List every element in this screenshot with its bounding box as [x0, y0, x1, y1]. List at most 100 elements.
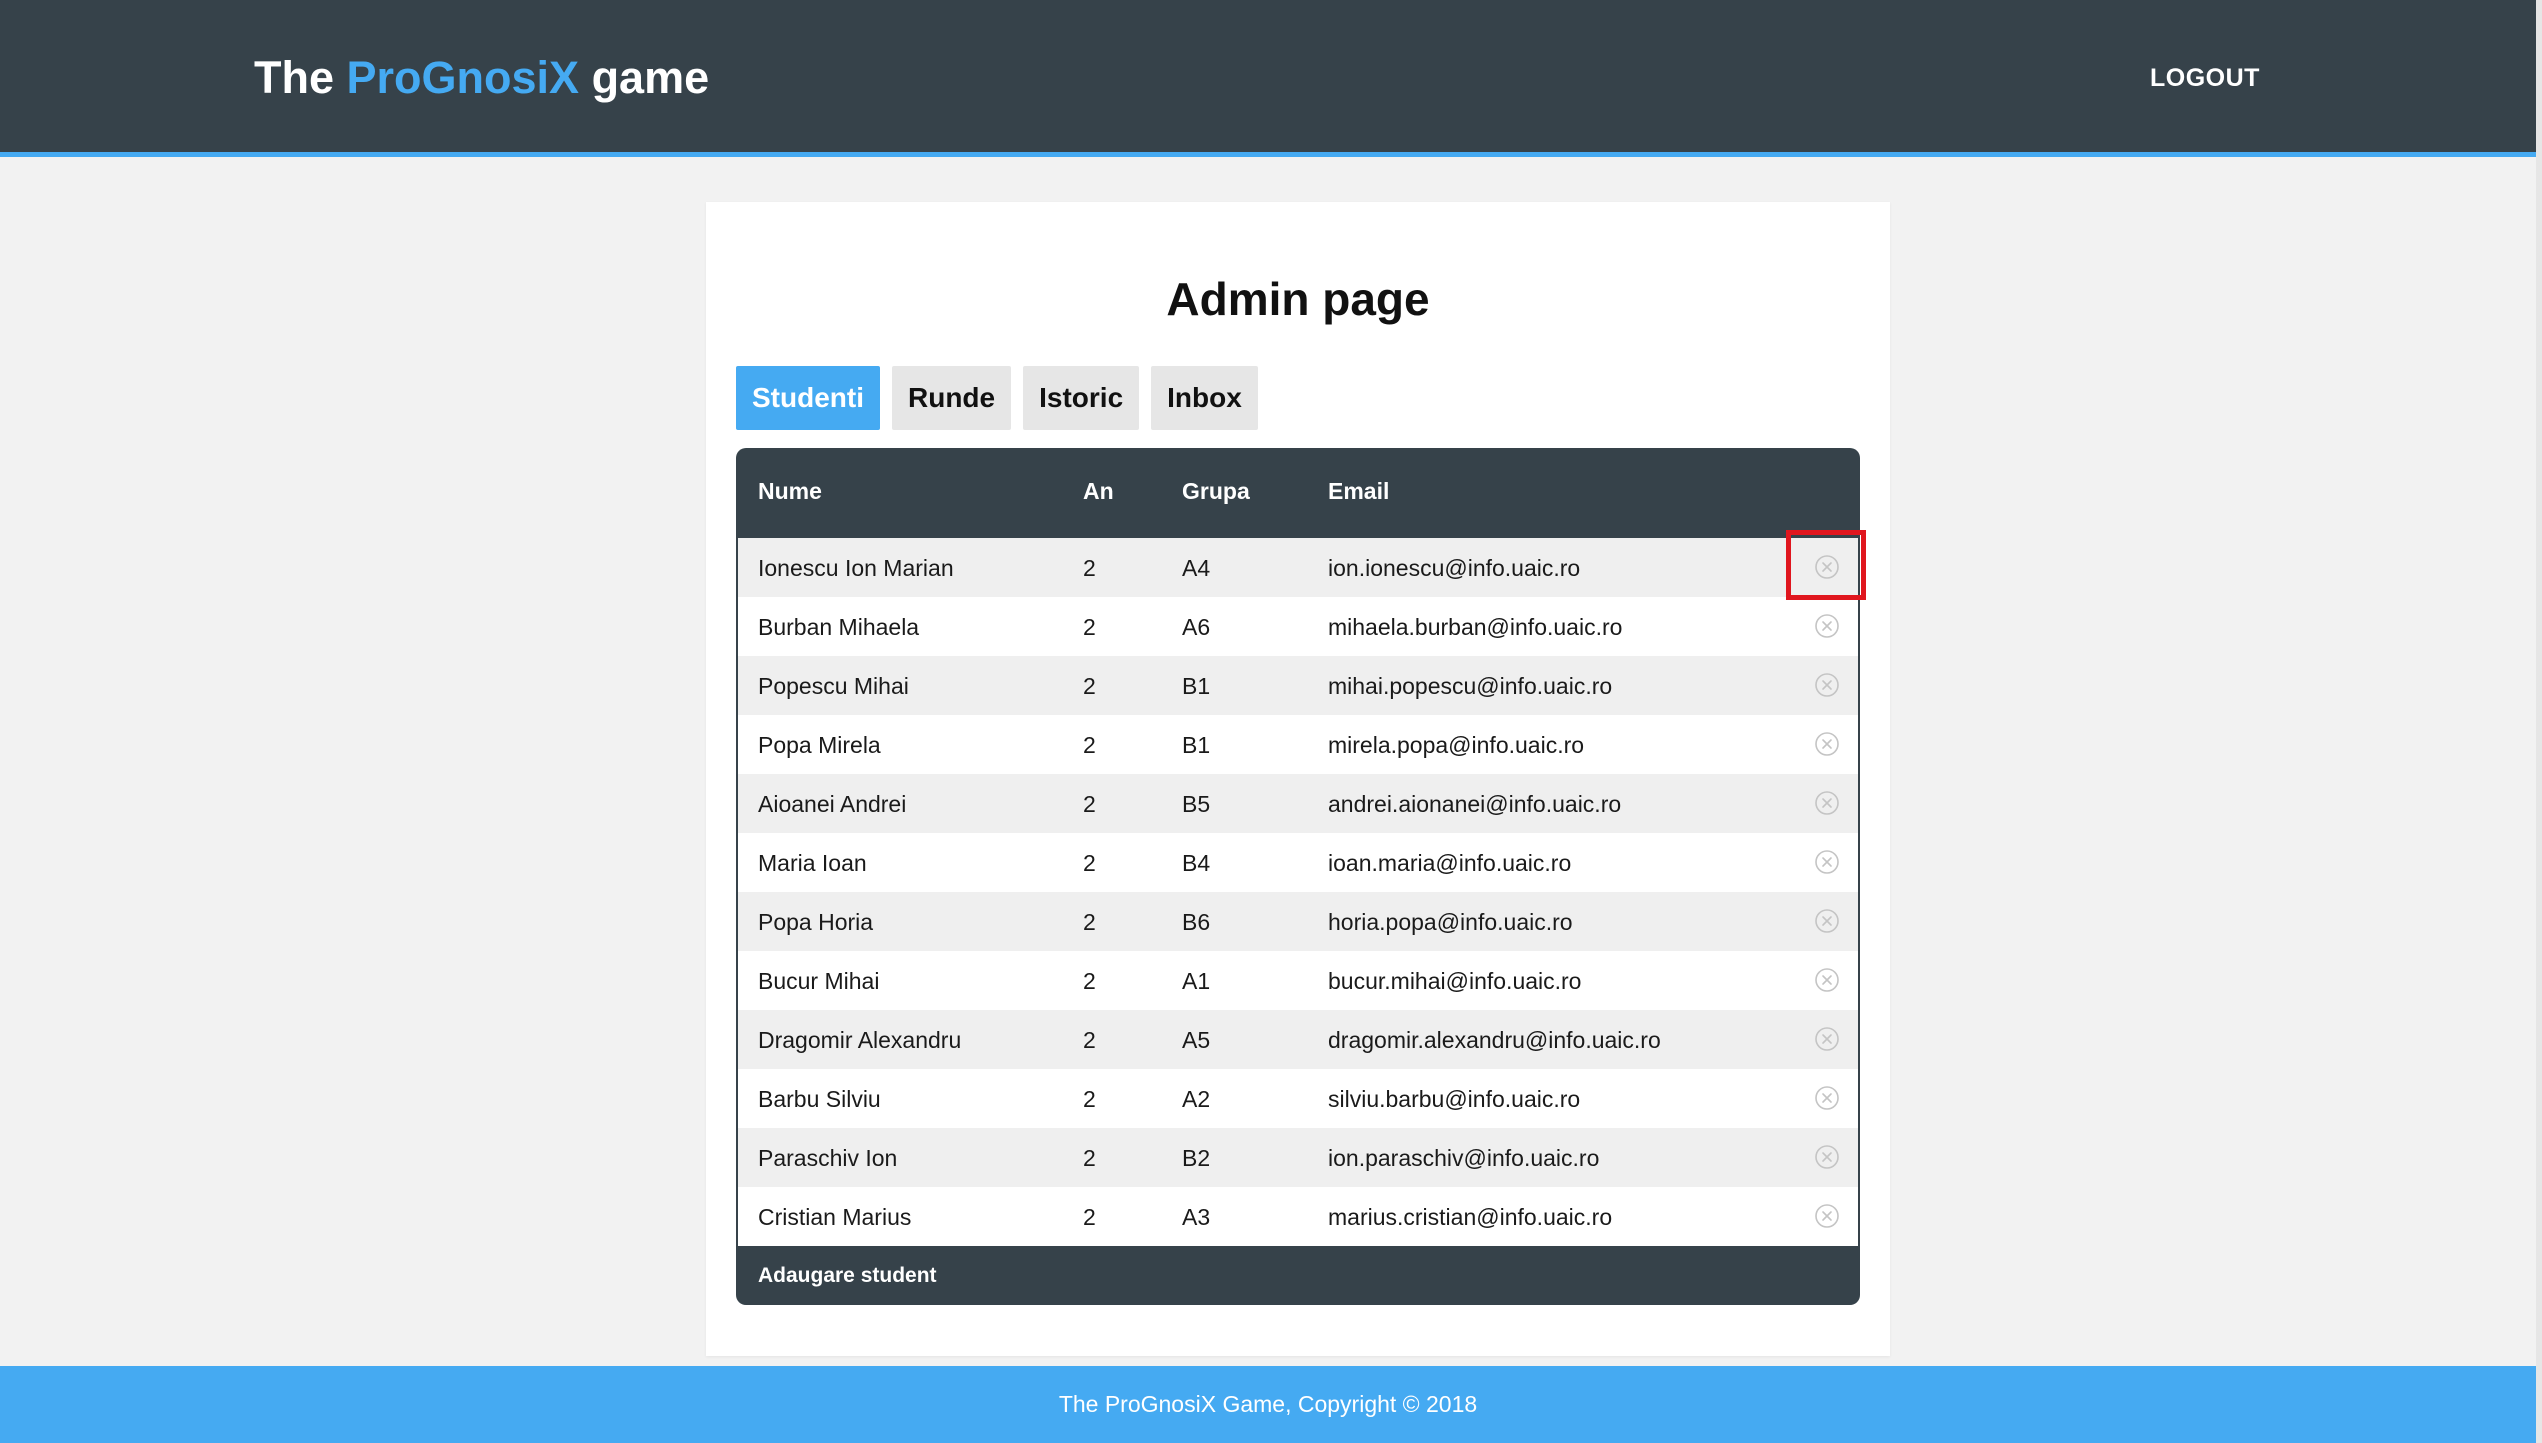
top-header: The ProGnosiX game LOGOUT [0, 0, 2536, 157]
delete-student-button[interactable] [1814, 731, 1840, 757]
tab-inbox[interactable]: Inbox [1151, 366, 1258, 430]
close-circle-icon [1815, 968, 1839, 992]
table-row: Paraschiv Ion 2 B2 ion.paraschiv@info.uaic.… [738, 1128, 1858, 1187]
student-name: Aioanei Andrei [758, 791, 907, 817]
delete-student-button[interactable] [1814, 613, 1840, 639]
student-an: 2 [1083, 1027, 1096, 1053]
student-email: andrei.aionanei@info.uaic.ro [1328, 791, 1622, 817]
table-row: Cristian Marius 2 A3 marius.cristian@info.u… [738, 1187, 1858, 1246]
delete-student-button[interactable] [1814, 908, 1840, 934]
student-grupa: B5 [1182, 791, 1211, 817]
delete-student-button[interactable] [1814, 849, 1840, 875]
student-email: marius.cristian@info.uaic.ro [1328, 1204, 1613, 1230]
table-row: Dragomir Alexandru 2 A5 dragomir.alexandru@… [738, 1010, 1858, 1069]
delete-student-button[interactable] [1814, 672, 1840, 698]
page-scrollbar[interactable] [2536, 0, 2542, 1443]
student-grupa: B2 [1182, 1145, 1211, 1171]
delete-student-button[interactable] [1814, 1026, 1840, 1052]
table-row: Popa Mirela 2 B1 mirela.popa@info.uaic.ro [738, 715, 1858, 774]
close-circle-icon [1815, 909, 1839, 933]
brand-title[interactable]: The ProGnosiX game [254, 52, 709, 104]
student-name: Bucur Mihai [758, 968, 880, 994]
student-email: ioan.maria@info.uaic.ro [1328, 850, 1572, 876]
delete-student-button[interactable] [1814, 554, 1840, 580]
student-email: ion.ionescu@info.uaic.ro [1328, 555, 1581, 581]
student-an: 2 [1083, 673, 1096, 699]
table-row: Popescu Mihai 2 B1 mihai.popescu@info.uaic.… [738, 656, 1858, 715]
student-an: 2 [1083, 555, 1096, 581]
table-row: Ionescu Ion Marian 2 A4 ion.ionescu@info.ua… [738, 538, 1858, 597]
close-circle-icon [1815, 555, 1839, 579]
student-grupa: A6 [1182, 614, 1211, 640]
column-header-nume: Nume [758, 478, 822, 504]
table-body: Ionescu Ion Marian 2 A4 ion.ionescu@info.ua… [738, 538, 1858, 1246]
table-row: Bucur Mihai 2 A1 bucur.mihai@info.uaic.ro [738, 951, 1858, 1010]
student-grupa: B6 [1182, 909, 1211, 935]
tab-studenti[interactable]: Studenti [736, 366, 880, 430]
student-name: Maria Ioan [758, 850, 867, 876]
logout-link[interactable]: LOGOUT [2150, 64, 2260, 93]
close-circle-icon [1815, 1086, 1839, 1110]
close-circle-icon [1815, 791, 1839, 815]
student-name: Ionescu Ion Marian [758, 555, 954, 581]
student-an: 2 [1083, 850, 1096, 876]
brand-accent: ProGnosiX [346, 52, 580, 103]
student-grupa: A1 [1182, 968, 1211, 994]
students-table: Nume An Grupa Email Ionescu Ion Marian 2 A… [736, 448, 1860, 1305]
brand-suffix: game [579, 52, 710, 103]
student-name: Popescu Mihai [758, 673, 909, 699]
student-email: mirela.popa@info.uaic.ro [1328, 732, 1585, 758]
student-name: Popa Mirela [758, 732, 881, 758]
table-header: Nume An Grupa Email [736, 448, 1860, 538]
copyright-text: The ProGnosiX Game, Copyright © 2018 [1058, 1391, 1478, 1417]
student-email: silviu.barbu@info.uaic.ro [1328, 1086, 1581, 1112]
close-circle-icon [1815, 1027, 1839, 1051]
brand-prefix: The [254, 52, 347, 103]
tab-istoric[interactable]: Istoric [1023, 366, 1140, 430]
student-an: 2 [1083, 909, 1096, 935]
delete-student-button[interactable] [1814, 790, 1840, 816]
close-circle-icon [1815, 1145, 1839, 1169]
tab-runde[interactable]: Runde [892, 366, 1012, 430]
student-email: ion.paraschiv@info.uaic.ro [1328, 1145, 1600, 1171]
student-an: 2 [1083, 732, 1096, 758]
student-name: Dragomir Alexandru [758, 1027, 962, 1053]
table-row: Burban Mihaela 2 A6 mihaela.burban@info.uai… [738, 597, 1858, 656]
table-row: Barbu Silviu 2 A2 silviu.barbu@info.uaic.ro [738, 1069, 1858, 1128]
student-an: 2 [1083, 968, 1096, 994]
student-an: 2 [1083, 1086, 1096, 1112]
table-row: Popa Horia 2 B6 horia.popa@info.uaic.ro [738, 892, 1858, 951]
page-title: Admin page [1166, 273, 1430, 325]
close-circle-icon [1815, 1204, 1839, 1228]
delete-student-button[interactable] [1814, 1144, 1840, 1170]
column-header-an: An [1083, 478, 1114, 504]
table-row: Maria Ioan 2 B4 ioan.maria@info.uaic.ro [738, 833, 1858, 892]
student-name: Barbu Silviu [758, 1086, 881, 1112]
student-grupa: A5 [1182, 1027, 1211, 1053]
delete-student-button[interactable] [1814, 1085, 1840, 1111]
student-grupa: B1 [1182, 732, 1211, 758]
admin-tabs: Studenti Runde Istoric Inbox [736, 366, 1258, 430]
add-student-link[interactable]: Adaugare student [758, 1264, 937, 1288]
student-an: 2 [1083, 1204, 1096, 1230]
student-email: mihaela.burban@info.uaic.ro [1328, 614, 1623, 640]
student-email: dragomir.alexandru@info.uaic.ro [1328, 1027, 1661, 1053]
student-grupa: A2 [1182, 1086, 1211, 1112]
close-circle-icon [1815, 850, 1839, 874]
close-circle-icon [1815, 614, 1839, 638]
student-grupa: B1 [1182, 673, 1211, 699]
student-grupa: B4 [1182, 850, 1211, 876]
delete-student-button[interactable] [1814, 1203, 1840, 1229]
column-header-grupa: Grupa [1182, 478, 1250, 504]
student-email: mihai.popescu@info.uaic.ro [1328, 673, 1613, 699]
student-name: Paraschiv Ion [758, 1145, 898, 1171]
student-grupa: A3 [1182, 1204, 1211, 1230]
student-email: horia.popa@info.uaic.ro [1328, 909, 1573, 935]
admin-card: Admin page Studenti Runde Istoric Inbox … [706, 202, 1890, 1356]
student-an: 2 [1083, 791, 1096, 817]
student-an: 2 [1083, 614, 1096, 640]
close-circle-icon [1815, 732, 1839, 756]
table-row: Aioanei Andrei 2 B5 andrei.aionanei@info.ua… [738, 774, 1858, 833]
student-email: bucur.mihai@info.uaic.ro [1328, 968, 1582, 994]
delete-student-button[interactable] [1814, 967, 1840, 993]
